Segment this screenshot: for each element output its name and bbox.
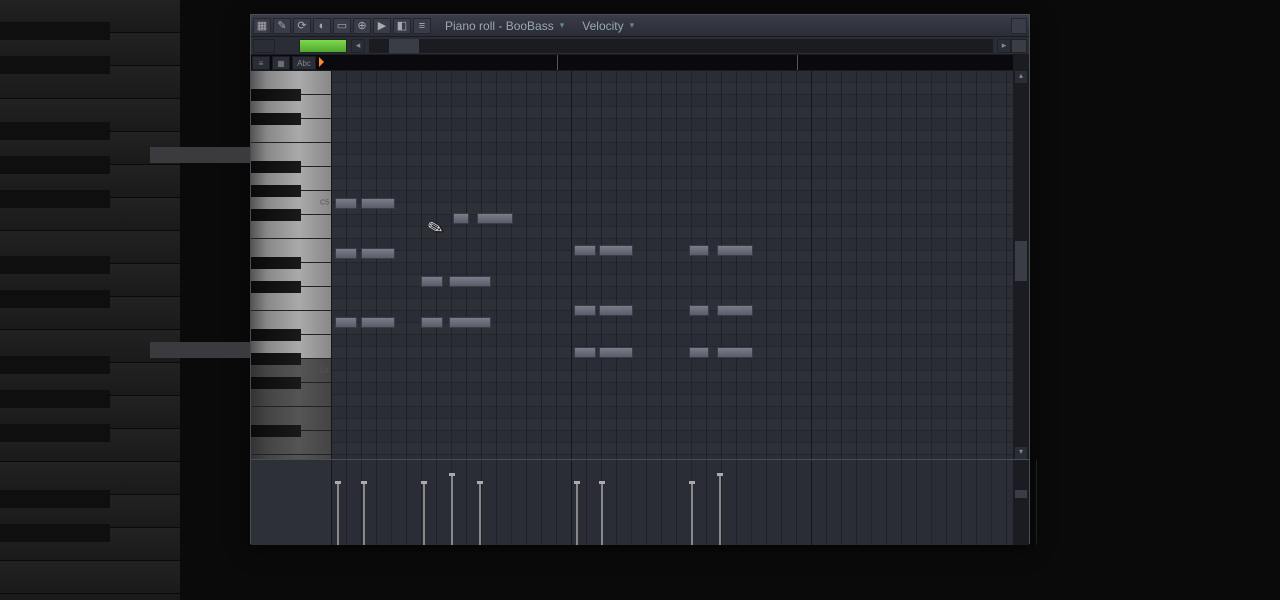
- piano-black-key[interactable]: [251, 113, 301, 125]
- velocity-bar[interactable]: [691, 483, 693, 545]
- velocity-bar[interactable]: [601, 483, 603, 545]
- midi-note[interactable]: [574, 305, 596, 316]
- midi-note[interactable]: [361, 317, 395, 328]
- midi-note[interactable]: [689, 245, 709, 256]
- velocity-zoom[interactable]: [1013, 460, 1029, 545]
- velocity-bar[interactable]: [363, 483, 365, 545]
- midi-note[interactable]: [574, 245, 596, 256]
- vertical-scrollbar[interactable]: ▴ ▾: [1013, 71, 1029, 459]
- vertical-scroll-thumb[interactable]: [1015, 241, 1027, 281]
- close-button[interactable]: [1011, 18, 1027, 34]
- midi-note[interactable]: [361, 248, 395, 259]
- midi-note[interactable]: [717, 347, 753, 358]
- timeline-end: [1013, 55, 1029, 70]
- param-label[interactable]: Velocity: [582, 19, 623, 33]
- velocity-bar[interactable]: [451, 475, 453, 545]
- channel-dropdown-icon[interactable]: ▾: [560, 20, 565, 31]
- horizontal-scroll-thumb[interactable]: [389, 39, 419, 53]
- window-title[interactable]: Piano roll - BooBass: [445, 19, 554, 33]
- scroll-up-button[interactable]: ▴: [1015, 71, 1027, 83]
- piano-key[interactable]: [251, 455, 331, 459]
- midi-note[interactable]: [477, 213, 513, 224]
- midi-note[interactable]: [335, 198, 357, 209]
- midi-note[interactable]: [574, 347, 596, 358]
- midi-note[interactable]: [453, 213, 469, 224]
- midi-note[interactable]: [335, 317, 357, 328]
- piano-roll-window: ▦ ✎ ⟳ ◐ ▭ ⊕ ▶ ◧ ≡ Piano roll - BooBass ▾…: [250, 14, 1030, 544]
- options-button[interactable]: ≡: [252, 56, 270, 70]
- velocity-bar[interactable]: [423, 483, 425, 545]
- midi-note[interactable]: [717, 245, 753, 256]
- timeline-toolbar: ≡ ▦ Abc: [251, 55, 1029, 71]
- velocity-bar[interactable]: [576, 483, 578, 545]
- note-color-swatch[interactable]: [299, 39, 347, 53]
- piano-black-key[interactable]: [251, 281, 301, 293]
- param-dropdown-icon[interactable]: ▾: [630, 20, 635, 31]
- velocity-bar[interactable]: [479, 483, 481, 545]
- playhead-marker[interactable]: [319, 57, 324, 67]
- secondary-toolbar: ◂ ▸: [251, 37, 1029, 55]
- midi-note[interactable]: [421, 317, 443, 328]
- velocity-grid[interactable]: [331, 460, 1013, 545]
- velocity-bar[interactable]: [719, 475, 721, 545]
- paint-tool-icon[interactable]: ⟳: [293, 18, 311, 34]
- piano-black-key[interactable]: [251, 209, 301, 221]
- piano-black-key[interactable]: [251, 257, 301, 269]
- piano-black-key[interactable]: [251, 161, 301, 173]
- piano-keyboard[interactable]: C5C4: [251, 71, 331, 459]
- midi-note[interactable]: [361, 198, 395, 209]
- midi-note[interactable]: [599, 305, 633, 316]
- scroll-right-button[interactable]: ▸: [997, 39, 1011, 53]
- midi-note[interactable]: [717, 305, 753, 316]
- timeline-ruler[interactable]: [317, 55, 1013, 70]
- playback-icon[interactable]: ▶: [373, 18, 391, 34]
- zoom-control[interactable]: [1011, 39, 1027, 53]
- midi-note[interactable]: [449, 317, 491, 328]
- midi-note[interactable]: [689, 347, 709, 358]
- main-area: C5C4 ▴ ▾: [251, 71, 1029, 459]
- piano-black-key[interactable]: [251, 329, 301, 341]
- velocity-bar[interactable]: [337, 483, 339, 545]
- piano-black-key[interactable]: [251, 425, 301, 437]
- midi-note[interactable]: [599, 347, 633, 358]
- scroll-left-button[interactable]: ◂: [351, 39, 365, 53]
- note-grid[interactable]: [331, 71, 1013, 459]
- select-tool-icon[interactable]: ▭: [333, 18, 351, 34]
- menu-icon[interactable]: ▦: [253, 18, 271, 34]
- midi-note[interactable]: [599, 245, 633, 256]
- draw-tool-icon[interactable]: ✎: [273, 18, 291, 34]
- view-options-icon[interactable]: ≡: [413, 18, 431, 34]
- zoom-tool-icon[interactable]: ⊕: [353, 18, 371, 34]
- piano-black-key[interactable]: [251, 89, 301, 101]
- note-names-button[interactable]: Abc: [292, 56, 316, 70]
- piano-black-key[interactable]: [251, 353, 301, 365]
- velocity-label-area: [251, 460, 331, 545]
- velocity-zoom-slider[interactable]: [1015, 490, 1027, 498]
- edit-mode-icon[interactable]: [253, 39, 275, 53]
- bar-marker: [797, 55, 798, 70]
- piano-black-key[interactable]: [251, 377, 301, 389]
- scroll-down-button[interactable]: ▾: [1015, 447, 1027, 459]
- titlebar[interactable]: ▦ ✎ ⟳ ◐ ▭ ⊕ ▶ ◧ ≡ Piano roll - BooBass ▾…: [251, 15, 1029, 37]
- snap-icon[interactable]: ◧: [393, 18, 411, 34]
- grid-button[interactable]: ▦: [272, 56, 290, 70]
- background-piano: [0, 0, 180, 600]
- bar-marker: [557, 55, 558, 70]
- piano-black-key[interactable]: [251, 185, 301, 197]
- midi-note[interactable]: [421, 276, 443, 287]
- velocity-panel: [251, 459, 1029, 545]
- midi-note[interactable]: [449, 276, 491, 287]
- horizontal-scrollbar[interactable]: [369, 39, 993, 53]
- slice-tool-icon[interactable]: ◐: [313, 18, 331, 34]
- midi-note[interactable]: [335, 248, 357, 259]
- midi-note[interactable]: [689, 305, 709, 316]
